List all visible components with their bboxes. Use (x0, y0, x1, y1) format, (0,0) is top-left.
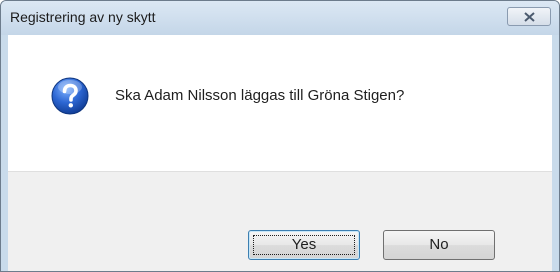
window-title: Registrering av ny skytt (10, 9, 156, 25)
close-button[interactable] (507, 7, 551, 26)
button-bar: Yes No (8, 171, 552, 271)
yes-button[interactable]: Yes (248, 230, 360, 260)
no-button-label: No (429, 236, 449, 253)
question-icon (51, 77, 89, 115)
close-icon (524, 12, 535, 22)
title-bar[interactable]: Registrering av ny skytt (1, 1, 559, 35)
message-area: Ska Adam Nilsson läggas till Gröna Stige… (8, 35, 552, 171)
no-button[interactable]: No (383, 230, 495, 260)
dialog-client: Ska Adam Nilsson läggas till Gröna Stige… (8, 35, 552, 271)
dialog-window: Registrering av ny skytt Ska Adam Nilsso… (0, 0, 560, 272)
dialog-message: Ska Adam Nilsson läggas till Gröna Stige… (115, 87, 405, 104)
yes-button-label: Yes (291, 236, 317, 253)
